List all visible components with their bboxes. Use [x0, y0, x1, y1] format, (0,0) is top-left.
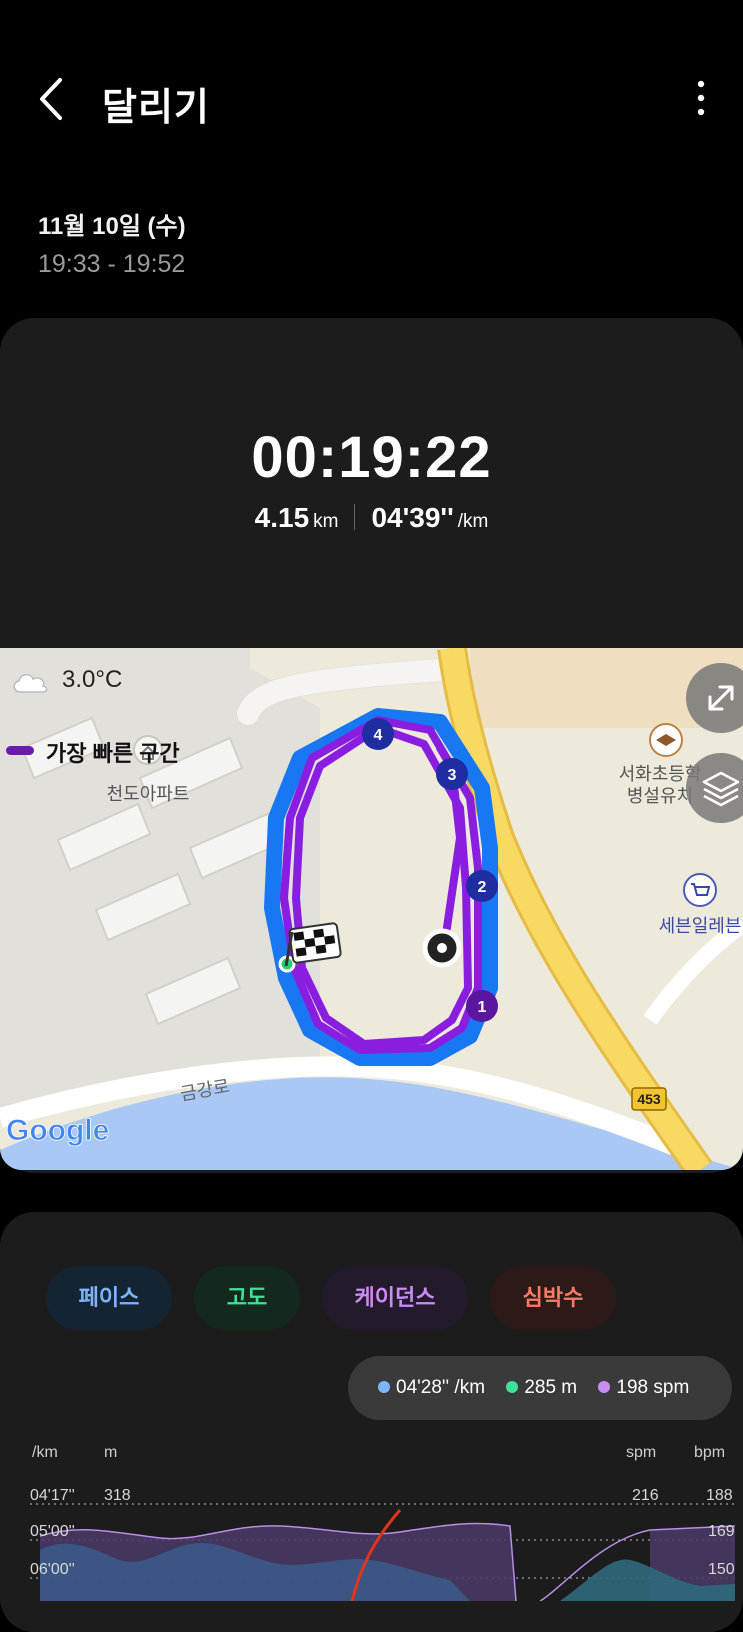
pace-dot-icon	[378, 1381, 390, 1393]
distance-pace-row: 4.15 km 04'39''/km	[0, 502, 743, 534]
store-label: 세븐일레븐	[659, 916, 742, 937]
expand-map-button[interactable]	[686, 663, 743, 733]
more-options-button[interactable]	[686, 78, 716, 118]
tab-altitude[interactable]: 고도	[194, 1266, 300, 1330]
cadence-axis-unit: spm	[626, 1444, 657, 1461]
tab-heart-rate[interactable]: 심박수	[490, 1266, 616, 1330]
page-title: 달리기	[102, 87, 210, 129]
expand-icon	[708, 685, 734, 711]
workout-duration: 00:19:22	[251, 425, 492, 490]
readout-pace: 04'28'' /km	[396, 1377, 486, 1398]
chevron-left-icon	[40, 78, 62, 120]
route-number-label: 453	[637, 1091, 661, 1107]
apartment-label: 천도아파트	[107, 784, 190, 805]
pace-unit: /km	[457, 511, 489, 532]
tab-cadence[interactable]: 케이던스	[322, 1266, 468, 1330]
metrics-chart[interactable]: 04'17'' 05'00'' 06'00'' 318 216 188 169 …	[0, 1480, 743, 1602]
heart-axis-unit: bpm	[694, 1444, 726, 1461]
session-date: 11월 10일 (수)	[38, 213, 186, 240]
layers-icon	[702, 771, 740, 807]
map-canvas: 453 천도아파트 서화초등학 병설유치 세븐일레븐 금강로 Google	[0, 648, 743, 1170]
cadence-dot-icon	[598, 1381, 611, 1393]
pace-tick-2: 05'00''	[30, 1523, 75, 1540]
readout-cadence: 198 spm	[616, 1377, 690, 1398]
session-time-range: 19:33 - 19:52	[38, 250, 186, 278]
readout-altitude: 285 m	[524, 1377, 578, 1398]
google-logo: Google	[6, 1114, 109, 1147]
fastest-segment-label: 가장 빠른 구간	[46, 741, 180, 766]
pace-value: 04'39''	[371, 502, 454, 533]
weather-temperature: 3.0°C	[62, 666, 123, 693]
heart-tick-1: 188	[706, 1487, 733, 1504]
altitude-axis-unit: m	[104, 1444, 118, 1461]
stats-divider	[354, 504, 356, 530]
altitude-tick-1: 318	[104, 1487, 131, 1504]
heart-tick-3: 150	[708, 1561, 735, 1578]
kebab-menu-icon	[697, 80, 705, 116]
pace-axis-unit: /km	[32, 1444, 58, 1461]
distance-unit: km	[313, 511, 339, 532]
cadence-tick-1: 216	[632, 1487, 659, 1504]
route-map[interactable]: 453 천도아파트 서화초등학 병설유치 세븐일레븐 금강로 Google	[0, 648, 743, 1170]
map-layers-button[interactable]	[686, 753, 743, 823]
cloud-icon	[13, 673, 48, 693]
back-button[interactable]	[30, 72, 80, 126]
chart-readout-tooltip: 04'28'' /km 285 m 198 spm	[348, 1356, 732, 1420]
metrics-chart-canvas: 04'17'' 05'00'' 06'00'' 318 216 188 169 …	[30, 1487, 736, 1602]
fastest-segment-swatch	[6, 746, 34, 755]
pace-tick-1: 04'17''	[30, 1487, 75, 1504]
heart-tick-2: 169	[708, 1523, 735, 1540]
altitude-dot-icon	[506, 1381, 519, 1393]
tab-pace[interactable]: 페이스	[46, 1266, 172, 1330]
school-label-line2: 병설유치	[627, 786, 693, 807]
pace-tick-3: 06'00''	[30, 1561, 75, 1578]
distance-value: 4.15	[254, 502, 310, 533]
